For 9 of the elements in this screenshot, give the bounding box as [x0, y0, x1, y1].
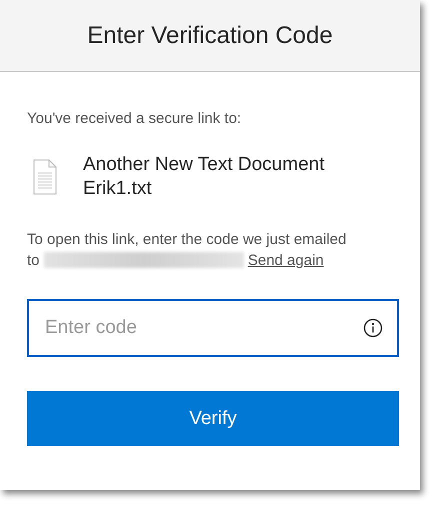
document-icon — [33, 159, 57, 195]
info-icon[interactable] — [363, 318, 383, 338]
dialog-title: Enter Verification Code — [87, 22, 333, 50]
intro-text: You've received a secure link to: — [27, 110, 242, 127]
send-again-link[interactable]: Send again — [248, 252, 324, 269]
file-name: Another New Text Document Erik1.txt — [83, 153, 326, 201]
verify-button[interactable]: Verify — [27, 391, 399, 446]
instruction-text: To open this link, enter the code we just emailed to Send again — [27, 230, 348, 271]
code-field[interactable]: Enter code — [27, 299, 399, 357]
